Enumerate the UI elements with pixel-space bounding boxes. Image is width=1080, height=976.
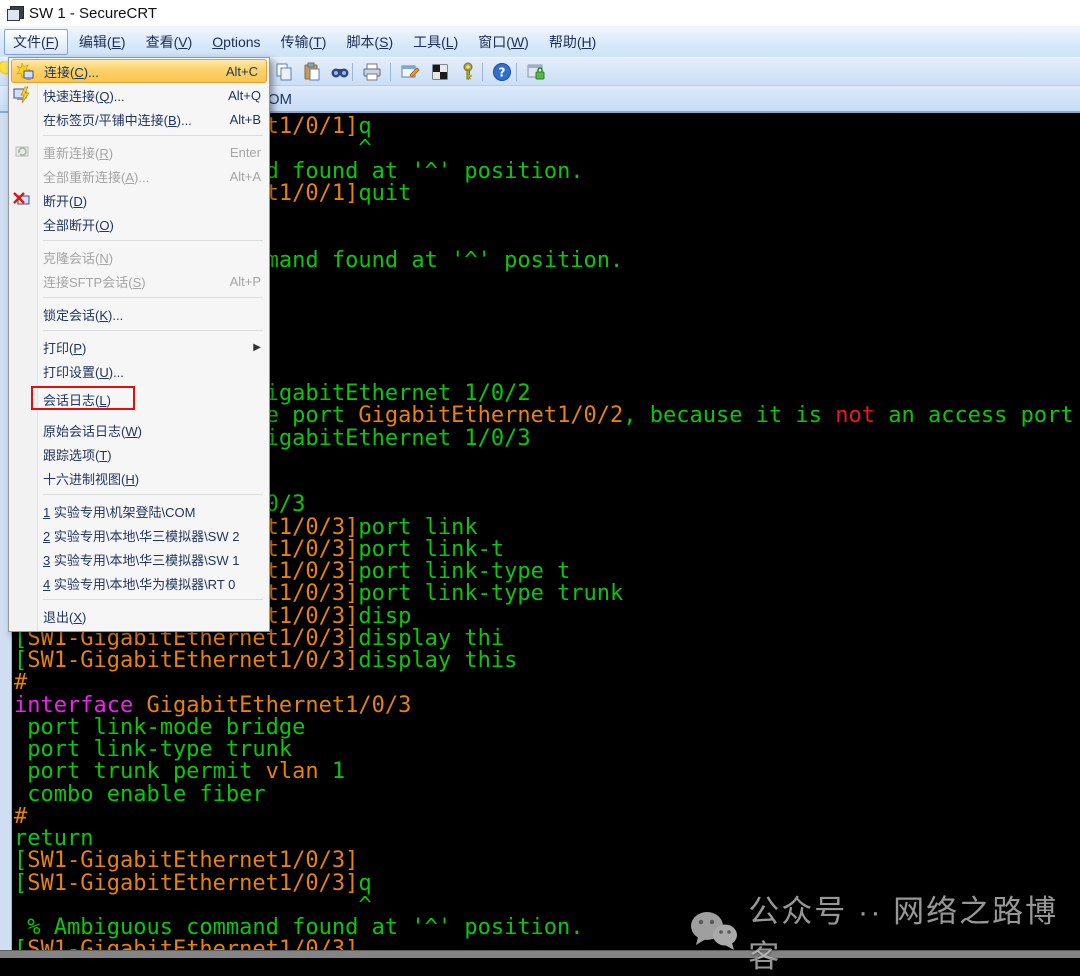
- menubar: 文件(F) 编辑(E) 查看(V) Options 传输(T) 脚本(S) 工具(L) 窗口(…: [0, 26, 1080, 57]
- menu-item-print[interactable]: 打印(P) ▶: [9, 335, 269, 359]
- partial-toolbar-icon: [0, 61, 8, 79]
- window-titlebar: SW 1 - SecureCRT: [0, 0, 1080, 27]
- paste-icon[interactable]: [300, 60, 324, 84]
- menu-item-recent-session-3[interactable]: 3 实验专用\本地\华三模拟器\SW 1: [9, 547, 269, 571]
- shortcut-label: Alt+A: [229, 168, 261, 184]
- menu-item-connect-in-tab[interactable]: 在标签页/平铺中连接(B)... Alt+B: [9, 107, 269, 131]
- security-icon[interactable]: [524, 60, 548, 84]
- shortcut-label: Enter: [229, 144, 261, 160]
- menu-item-lock-session[interactable]: 锁定会话(K)...: [9, 302, 269, 326]
- menu-item-print-setup[interactable]: 打印设置(U)...: [9, 359, 269, 383]
- menu-item-hex-view[interactable]: 十六进制视图(H): [9, 466, 269, 490]
- menu-separator: [9, 293, 269, 302]
- window-title: SW 1 - SecureCRT: [29, 4, 158, 22]
- terminal-line: port link-type trunk: [14, 737, 293, 762]
- reconnect-icon: [13, 143, 31, 161]
- menu-view[interactable]: 查看(V): [137, 29, 202, 55]
- menu-options[interactable]: Options: [203, 31, 269, 53]
- menu-transfer[interactable]: 传输(T): [272, 29, 336, 55]
- shortcut-label: Alt+C: [225, 63, 258, 79]
- menu-item-exit[interactable]: 退出(X): [9, 604, 269, 628]
- menu-script[interactable]: 脚本(S): [337, 29, 402, 55]
- watermark: 公众号 ·· 网络之路博客: [688, 886, 1080, 976]
- wechat-icon: [691, 912, 737, 950]
- session-options-icon[interactable]: [398, 60, 422, 84]
- connect-icon: [16, 62, 34, 81]
- terminal-line: % Ambiguous command found at '^' positio…: [14, 915, 584, 940]
- menu-separator: [9, 131, 269, 140]
- menu-file[interactable]: 文件(F): [4, 28, 68, 55]
- shortcut-label: Alt+B: [229, 111, 261, 127]
- menu-tools[interactable]: 工具(L): [404, 29, 467, 55]
- quick-connect-icon: [13, 86, 31, 104]
- menu-item-raw-session-log[interactable]: 原始会话日志(W): [9, 418, 269, 442]
- terminal-line: [SW1-GigabitEthernet1/0/3]q: [14, 870, 372, 896]
- menu-separator: [9, 236, 269, 245]
- terminal-line: ^: [358, 892, 372, 918]
- submenu-arrow-icon: ▶: [253, 341, 261, 353]
- menu-separator: [9, 326, 269, 335]
- terminal-line: [SW1-GigabitEthernet1/0/3]: [14, 937, 359, 950]
- terminal-line: return: [14, 826, 94, 851]
- menu-help[interactable]: 帮助(H): [540, 29, 605, 55]
- menu-item-recent-session-2[interactable]: 2 实验专用\本地\华三模拟器\SW 2: [9, 523, 269, 547]
- shortcut-label: Alt+P: [229, 273, 261, 289]
- menu-window[interactable]: 窗口(W): [469, 29, 538, 55]
- print-icon[interactable]: [360, 60, 384, 84]
- keymap-icon[interactable]: [428, 60, 452, 84]
- menu-edit[interactable]: 编辑(E): [70, 29, 135, 55]
- watermark-text: 公众号 ·· 网络之路博客: [748, 894, 1059, 974]
- find-icon[interactable]: [328, 60, 352, 84]
- menu-item-trace-options[interactable]: 跟踪选项(T): [9, 442, 269, 466]
- menu-item-reconnect: 重新连接(R) Enter: [9, 140, 269, 164]
- terminal-line: port trunk permit vlan 1: [14, 759, 346, 785]
- disconnect-icon: [13, 191, 31, 209]
- terminal-line: combo enable fiber: [14, 781, 266, 807]
- app-icon: [7, 6, 24, 21]
- help-icon[interactable]: ?: [490, 60, 514, 84]
- terminal-line: [SW1-GigabitEthernet1/0/3]display this: [14, 648, 518, 673]
- menu-separator: [9, 595, 269, 604]
- menu-item-session-log[interactable]: 会话日志(L): [9, 386, 269, 411]
- terminal-line: port link-mode bridge: [14, 714, 306, 740]
- menu-separator: [9, 490, 269, 499]
- menu-item-recent-session-1[interactable]: 1 实验专用\机架登陆\COM: [9, 499, 269, 523]
- key-icon[interactable]: [456, 60, 480, 84]
- svg-text:?: ?: [499, 66, 506, 80]
- file-menu: 连接(C)... Alt+C 快速连接(Q)... Alt+Q 在标签页/平铺中连接(B…: [8, 57, 270, 632]
- terminal-line: #: [14, 670, 28, 696]
- terminal-line: #: [14, 803, 28, 829]
- menu-item-disconnect-all[interactable]: 全部断开(O): [9, 212, 269, 236]
- menu-item-connect-sftp-session: 连接SFTP会话(S) Alt+P: [43, 273, 261, 290]
- shortcut-label: Alt+Q: [228, 87, 261, 103]
- menu-item-clone-session: 克隆会话(N): [43, 250, 114, 266]
- menu-item-connect[interactable]: 连接(C)... Alt+C: [11, 59, 267, 83]
- copy-icon[interactable]: [272, 60, 296, 84]
- menu-item-disconnect[interactable]: 断开(D): [9, 188, 269, 212]
- terminal-line: [SW1-GigabitEthernet1/0/3]: [14, 848, 359, 874]
- terminal-line: interface GigabitEthernet1/0/3: [14, 692, 412, 718]
- menu-item-reconnect-all: 全部重新连接(A)... Alt+A: [43, 168, 261, 185]
- menu-item-recent-session-4[interactable]: 4 实验专用\本地\华为模拟器\RT 0: [9, 571, 269, 595]
- menu-item-quick-connect[interactable]: 快速连接(Q)... Alt+Q: [9, 83, 269, 107]
